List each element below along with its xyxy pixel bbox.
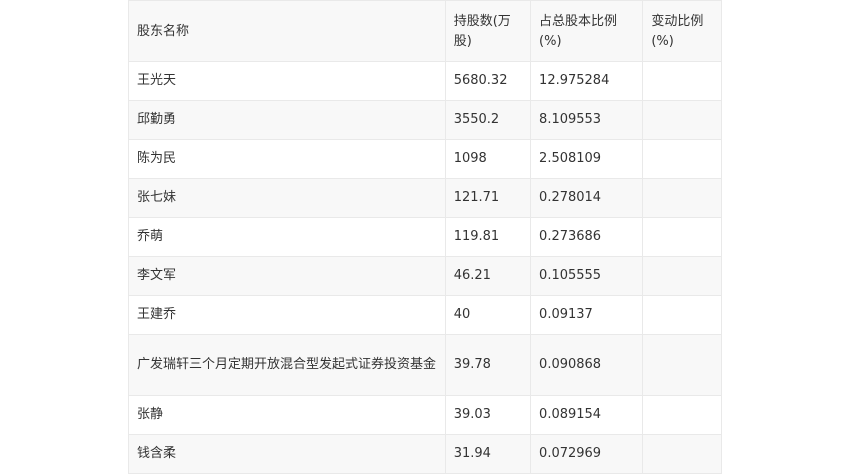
- cell-change: [642, 217, 722, 257]
- cell-change: [642, 178, 722, 218]
- cell-name: 李文军: [128, 256, 446, 296]
- header-shareholder-name: 股东名称: [128, 0, 446, 62]
- cell-ratio: 8.109553: [530, 100, 644, 140]
- table-row: 张七妹 121.71 0.278014: [128, 178, 722, 218]
- table-row: 陈为民 1098 2.508109: [128, 139, 722, 179]
- cell-shares: 40: [444, 295, 532, 335]
- cell-ratio: 0.090868: [530, 334, 644, 396]
- table-body: 王光天 5680.32 12.975284 邱勤勇 3550.2 8.10955…: [128, 61, 722, 474]
- cell-shares: 31.94: [444, 434, 532, 474]
- cell-name: 张静: [128, 395, 446, 435]
- cell-change: [642, 256, 722, 296]
- cell-ratio: 0.105555: [530, 256, 644, 296]
- cell-change: [642, 395, 722, 435]
- cell-change: [642, 334, 722, 396]
- table-row: 邱勤勇 3550.2 8.109553: [128, 100, 722, 140]
- table-row: 王建乔 40 0.09137: [128, 295, 722, 335]
- cell-change: [642, 61, 722, 101]
- table-row: 广发瑞轩三个月定期开放混合型发起式证券投资基金 39.78 0.090868: [128, 334, 722, 396]
- cell-change: [642, 139, 722, 179]
- cell-name: 邱勤勇: [128, 100, 446, 140]
- cell-name: 王建乔: [128, 295, 446, 335]
- table-row: 王光天 5680.32 12.975284: [128, 61, 722, 101]
- header-change-ratio: 变动比例(%): [642, 0, 722, 62]
- cell-name: 张七妹: [128, 178, 446, 218]
- cell-name: 广发瑞轩三个月定期开放混合型发起式证券投资基金: [128, 334, 446, 396]
- cell-ratio: 0.09137: [530, 295, 644, 335]
- cell-shares: 39.78: [444, 334, 532, 396]
- table-row: 乔萌 119.81 0.273686: [128, 217, 722, 257]
- cell-ratio: 0.273686: [530, 217, 644, 257]
- cell-shares: 1098: [444, 139, 532, 179]
- cell-shares: 121.71: [444, 178, 532, 218]
- table-header: 股东名称 持股数(万股) 占总股本比例(%) 变动比例(%): [128, 0, 722, 62]
- table-row: 李文军 46.21 0.105555: [128, 256, 722, 296]
- shareholder-table: 股东名称 持股数(万股) 占总股本比例(%) 变动比例(%) 王光天 5680.…: [128, 0, 722, 474]
- cell-change: [642, 100, 722, 140]
- cell-ratio: 2.508109: [530, 139, 644, 179]
- table-row: 钱含柔 31.94 0.072969: [128, 434, 722, 474]
- cell-ratio: 12.975284: [530, 61, 644, 101]
- table-row: 张静 39.03 0.089154: [128, 395, 722, 435]
- cell-ratio: 0.089154: [530, 395, 644, 435]
- cell-name: 王光天: [128, 61, 446, 101]
- header-shares: 持股数(万股): [444, 0, 532, 62]
- cell-ratio: 0.278014: [530, 178, 644, 218]
- cell-change: [642, 295, 722, 335]
- cell-shares: 46.21: [444, 256, 532, 296]
- cell-name: 乔萌: [128, 217, 446, 257]
- table-header-row: 股东名称 持股数(万股) 占总股本比例(%) 变动比例(%): [128, 0, 722, 62]
- header-share-ratio: 占总股本比例(%): [530, 0, 644, 62]
- cell-change: [642, 434, 722, 474]
- cell-shares: 39.03: [444, 395, 532, 435]
- cell-name: 钱含柔: [128, 434, 446, 474]
- cell-ratio: 0.072969: [530, 434, 644, 474]
- cell-shares: 119.81: [444, 217, 532, 257]
- cell-shares: 5680.32: [444, 61, 532, 101]
- cell-name: 陈为民: [128, 139, 446, 179]
- cell-shares: 3550.2: [444, 100, 532, 140]
